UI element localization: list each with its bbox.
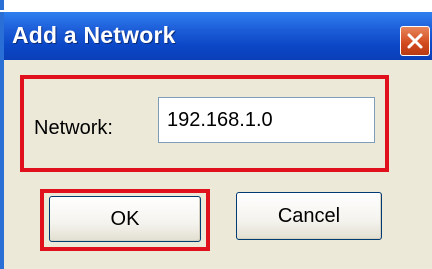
dialog-title: Add a Network: [12, 22, 176, 48]
ok-button[interactable]: OK: [49, 196, 201, 242]
network-input[interactable]: [158, 97, 375, 143]
cancel-button[interactable]: Cancel: [236, 192, 382, 240]
background-strip: [0, 0, 432, 10]
network-label: Network:: [34, 117, 113, 139]
title-bar[interactable]: Add a Network: [4, 12, 432, 60]
close-x-icon: [406, 32, 424, 50]
close-button[interactable]: [400, 26, 430, 56]
window-edge: [0, 0, 4, 10]
